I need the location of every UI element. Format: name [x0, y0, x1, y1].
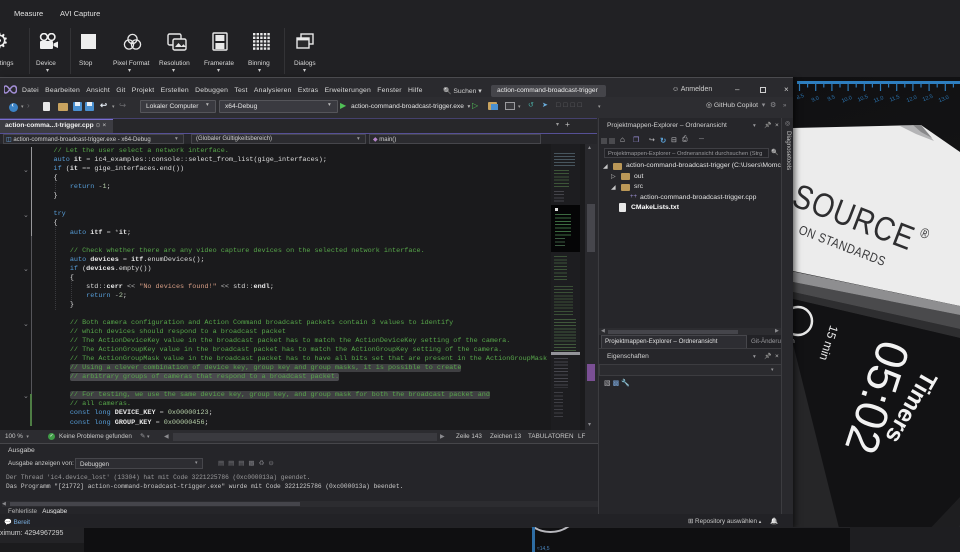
- svg-text:13.0: 13.0: [938, 95, 950, 104]
- svg-text:9.0: 9.0: [811, 95, 820, 103]
- svg-text:9.5: 9.5: [827, 94, 836, 102]
- svg-text:10.0: 10.0: [841, 95, 853, 104]
- svg-text:11.5: 11.5: [889, 94, 901, 103]
- svg-text:10.5: 10.5: [857, 94, 869, 103]
- svg-text:12.0: 12.0: [906, 95, 918, 104]
- svg-text:8.5: 8.5: [797, 93, 805, 101]
- svg-text:11.0: 11.0: [873, 95, 885, 104]
- svg-text:12.5: 12.5: [922, 94, 934, 103]
